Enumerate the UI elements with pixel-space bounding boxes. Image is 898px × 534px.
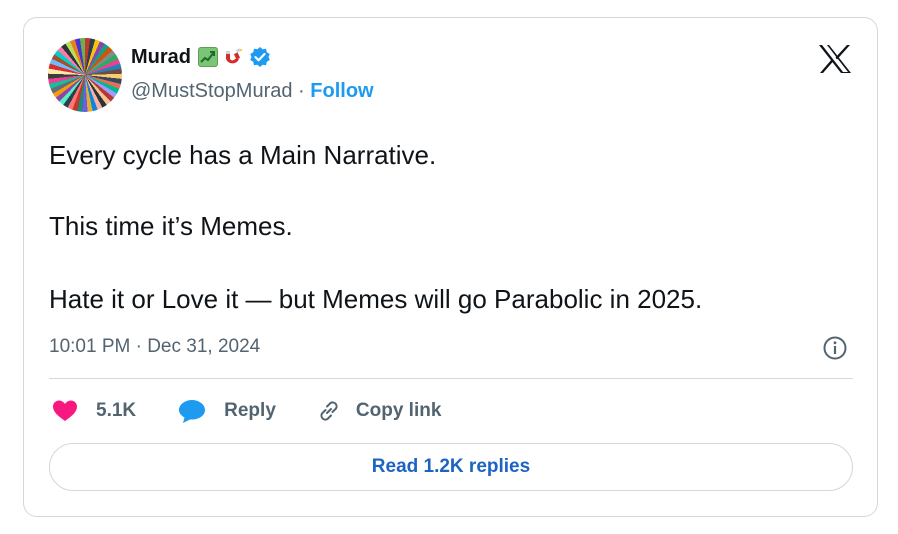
info-icon[interactable] (822, 335, 848, 361)
x-logo-icon[interactable] (818, 44, 852, 74)
link-icon (320, 401, 338, 421)
author-avatar[interactable] (48, 38, 122, 112)
magnet-emoji-icon (226, 48, 242, 64)
author-name[interactable]: Murad (131, 46, 191, 69)
tweet-text-line-2: This time it’s Memes. (49, 211, 293, 241)
verified-badge-icon[interactable] (249, 46, 271, 68)
reply-label: Reply (224, 400, 276, 421)
author-name-row: Murad (131, 44, 271, 70)
author-handle[interactable]: @MustStopMurad (131, 80, 292, 102)
follow-button[interactable]: Follow (310, 80, 373, 102)
heart-icon (53, 400, 77, 421)
read-replies-button[interactable]: Read 1.2K replies (49, 443, 853, 491)
copy-link-button[interactable]: Copy link (316, 398, 442, 424)
tweet-actions: 5.1K Reply Copy link (52, 396, 441, 426)
tweet-text-line-3: Hate it or Love it — but Memes will go P… (49, 284, 703, 314)
divider (49, 378, 853, 379)
chart-increasing-emoji-icon (198, 47, 218, 67)
copy-link-label: Copy link (355, 400, 442, 421)
like-button[interactable]: 5.1K (52, 399, 136, 423)
tweet-timestamp[interactable]: 10:01 PM · Dec 31, 2024 (49, 336, 260, 358)
tweet-text-line-1: Every cycle has a Main Narrative. (49, 140, 437, 170)
author-handle-row: @MustStopMurad · Follow (131, 80, 374, 103)
reply-button[interactable]: Reply (178, 398, 276, 424)
handle-separator: · (298, 80, 305, 102)
like-count: 5.1K (96, 400, 137, 421)
speech-bubble-icon (179, 400, 206, 423)
